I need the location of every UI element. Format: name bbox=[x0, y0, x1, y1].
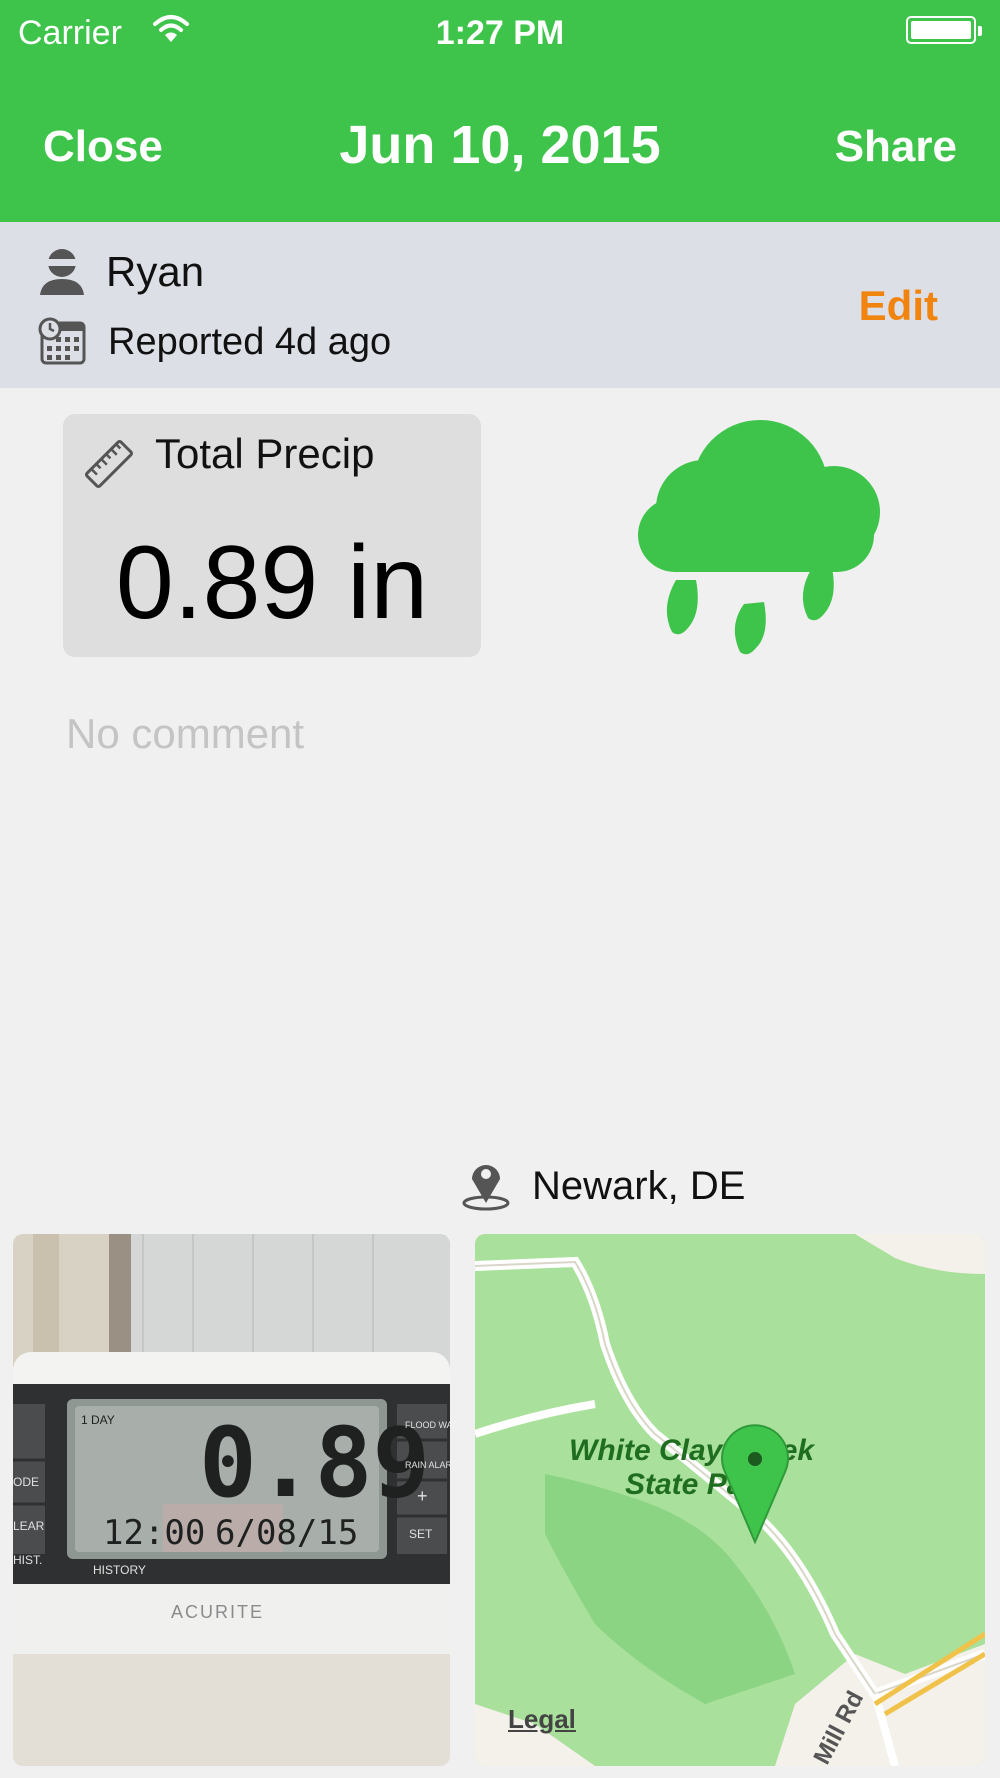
gauge-readout: 0.89 bbox=[199, 1407, 430, 1519]
precip-value: 0.89 in bbox=[115, 525, 429, 641]
gauge-history-tag: HISTORY bbox=[93, 1563, 146, 1577]
battery-icon bbox=[906, 16, 982, 44]
gauge-hist-button: HIST. bbox=[13, 1553, 42, 1567]
rain-cloud-icon bbox=[632, 408, 892, 673]
location-pin-icon bbox=[460, 1157, 512, 1216]
user-icon bbox=[38, 245, 86, 300]
gauge-mode-button: ODE bbox=[13, 1475, 39, 1489]
gauge-date: 6/08/15 bbox=[215, 1513, 358, 1553]
gauge-set-button: SET bbox=[409, 1527, 433, 1541]
reporter-panel: Ryan Reported 4d ago Edit bbox=[0, 222, 1000, 388]
gauge-brand: ACURITE bbox=[171, 1602, 264, 1622]
reported-time: Reported 4d ago bbox=[108, 320, 392, 363]
status-time: 1:27 PM bbox=[435, 14, 565, 52]
comment-text: No comment bbox=[66, 710, 305, 757]
reporter-row: Ryan bbox=[38, 244, 204, 300]
total-precip-card: Total Precip 0.89 in bbox=[63, 414, 481, 657]
status-bar: Carrier 1:27 PM bbox=[0, 0, 1000, 68]
gauge-clear-button: LEAR bbox=[13, 1519, 45, 1533]
gauge-plus-button: + bbox=[417, 1486, 428, 1506]
location-label: Newark, DE bbox=[532, 1163, 746, 1208]
location-map[interactable]: White Clay Creek State Park Mill Rd bbox=[475, 1234, 985, 1766]
nav-bar: Carrier 1:27 PM Close Jun 10, 2015 Share bbox=[0, 0, 1000, 222]
gauge-photo[interactable]: 1 DAY 0.89 12:00 6/08/15 HISTORY FLOOD W… bbox=[13, 1234, 450, 1766]
reported-row: Reported 4d ago bbox=[38, 314, 391, 370]
location-row: Newark, DE bbox=[460, 1158, 745, 1214]
ruler-icon bbox=[83, 438, 135, 495]
map-legal-link[interactable]: Legal bbox=[508, 1704, 576, 1735]
calendar-clock-icon bbox=[38, 315, 88, 370]
reporter-name: Ryan bbox=[106, 248, 205, 295]
gauge-flood-button: FLOOD WATCH bbox=[405, 1420, 450, 1430]
precip-label: Total Precip bbox=[155, 430, 375, 477]
edit-button[interactable]: Edit bbox=[859, 282, 938, 330]
gauge-time: 12:00 bbox=[103, 1513, 205, 1553]
gauge-rain-button: RAIN ALARM bbox=[405, 1460, 450, 1470]
share-button[interactable]: Share bbox=[835, 122, 957, 172]
gauge-1day-tag: 1 DAY bbox=[81, 1413, 115, 1427]
